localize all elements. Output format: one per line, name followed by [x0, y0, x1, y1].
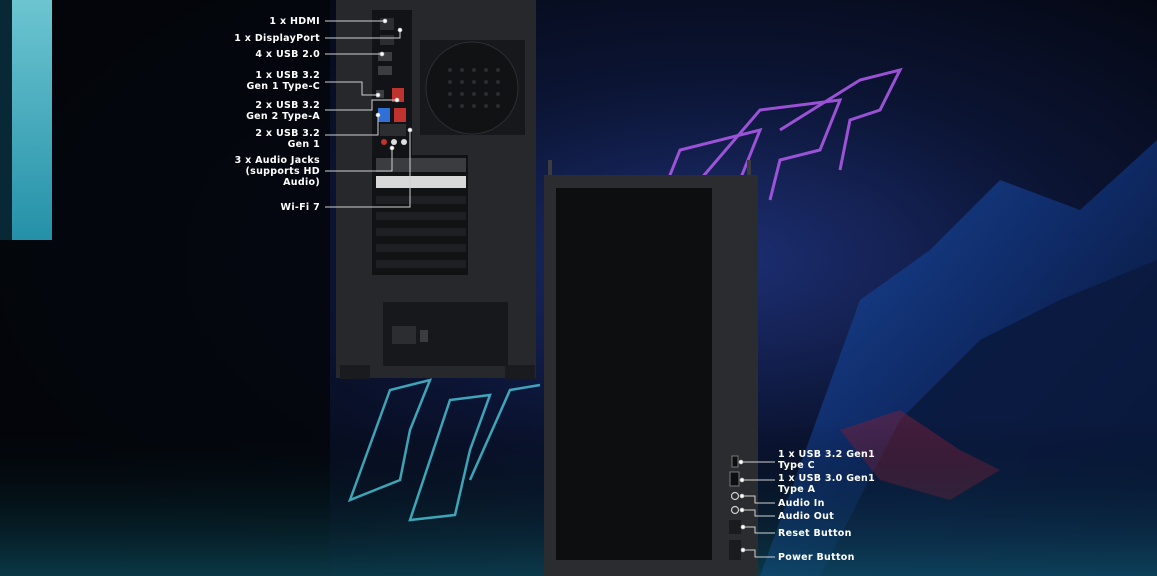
front-case-image — [544, 160, 758, 576]
label-line: 1 x USB 3.2 Gen1 — [778, 449, 876, 460]
front-label-usb-typea: 1 x USB 3.0 Gen1 Type A — [778, 473, 875, 495]
label-line: Gen 1 — [287, 139, 320, 150]
label-line: 1 x DisplayPort — [234, 33, 320, 44]
label-line: Type C — [778, 460, 815, 471]
rear-label-displayport: 1 x DisplayPort — [234, 33, 320, 44]
rear-label-usb32-gen2: 2 x USB 3.2 Gen 2 Type-A — [246, 100, 320, 122]
rear-label-usb32-typec: 1 x USB 3.2 Gen 1 Type-C — [246, 70, 320, 92]
front-label-power-button: Power Button — [778, 552, 855, 563]
label-line: Power Button — [778, 552, 855, 563]
label-line: Audio In — [778, 498, 825, 509]
label-line: 1 x USB 3.0 Gen1 — [778, 473, 876, 484]
rear-case-image — [336, 0, 536, 379]
label-line: Audio Out — [778, 511, 835, 522]
front-label-audio-out: Audio Out — [778, 511, 834, 522]
label-line: 1 x HDMI — [269, 16, 320, 27]
label-line: 2 x USB 3.2 — [255, 128, 320, 139]
rear-label-wifi: Wi-Fi 7 — [281, 202, 320, 213]
rear-label-audio-jacks: 3 x Audio Jacks (supports HD Audio) — [235, 155, 320, 188]
label-line: 3 x Audio Jacks — [234, 155, 320, 166]
background-artwork — [0, 0, 1157, 576]
label-line: 4 x USB 2.0 — [255, 49, 320, 60]
label-line: Reset Button — [778, 528, 852, 539]
front-label-audio-in: Audio In — [778, 498, 825, 509]
label-line: Gen 1 Type-C — [246, 81, 320, 92]
label-line: Audio) — [283, 177, 320, 188]
label-line: Type A — [778, 484, 816, 495]
front-label-reset-button: Reset Button — [778, 528, 852, 539]
front-label-usb-typec: 1 x USB 3.2 Gen1 Type C — [778, 449, 875, 471]
label-line: (supports HD — [245, 166, 320, 177]
label-line: Gen 2 Type-A — [246, 111, 320, 122]
label-line: 1 x USB 3.2 — [255, 70, 320, 81]
label-line: Wi-Fi 7 — [280, 202, 320, 213]
rear-label-hdmi: 1 x HDMI — [269, 16, 320, 27]
label-line: 2 x USB 3.2 — [255, 100, 320, 111]
rear-label-usb20: 4 x USB 2.0 — [255, 49, 320, 60]
rear-label-usb32-gen1: 2 x USB 3.2 Gen 1 — [255, 128, 320, 150]
